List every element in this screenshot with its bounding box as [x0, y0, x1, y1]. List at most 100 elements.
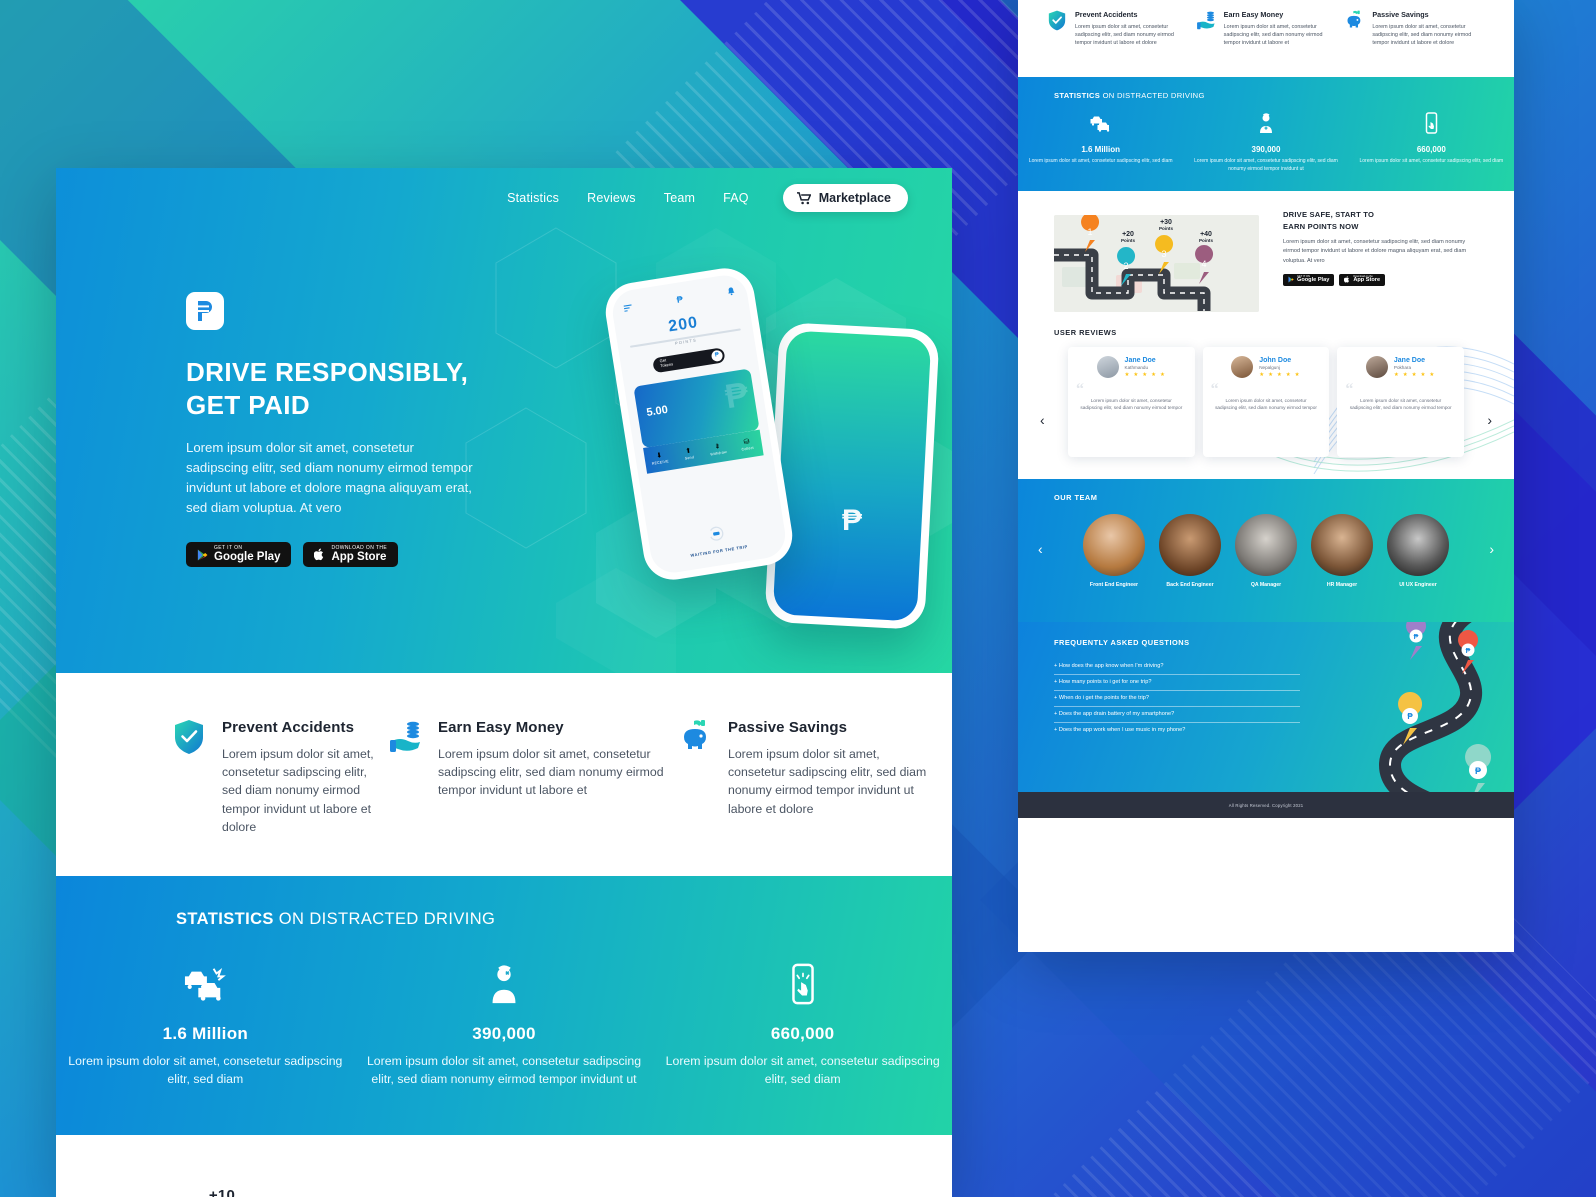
right-statistics-section: STATISTICS ON DISTRACTED DRIVING 1.6 Mil… — [1018, 77, 1514, 192]
team-member[interactable]: Front End Engineer — [1083, 514, 1145, 588]
phone-trip-status: WAITING FOR THE TRIP — [648, 515, 787, 564]
app-store-label: App Store — [331, 551, 387, 564]
hand-coins-icon — [1196, 10, 1217, 47]
team-member-role: QA Manager — [1250, 582, 1282, 589]
team-member-role: HR Manager — [1326, 582, 1358, 589]
right-statistic-text: Lorem ipsum dolor sit amet, consetetur s… — [1028, 158, 1173, 165]
apple-icon — [1344, 276, 1350, 283]
svg-text:3: 3 — [1161, 249, 1166, 259]
right-app-store-button[interactable]: Download on the App Store — [1339, 273, 1386, 286]
phone-action-collect-label: Collect — [741, 445, 755, 452]
review-city: Kathmandu — [1124, 364, 1149, 370]
phone-action-collect[interactable]: ⛁ Collect — [730, 429, 763, 459]
statistics-title-rest: ON DISTRACTED DRIVING — [273, 909, 496, 928]
team-next-arrow[interactable]: › — [1489, 541, 1494, 557]
team-member[interactable]: UI UX Engineer — [1387, 514, 1449, 588]
review-text: Lorem ipsum dolor sit amet, consetetur s… — [1080, 397, 1183, 411]
road-label-text: Points — [1120, 238, 1136, 244]
faq-item[interactable]: + When do i get the points for the trip? — [1054, 691, 1300, 708]
brand-logo — [186, 292, 224, 330]
right-statistic-accidents: 1.6 Million Lorem ipsum dolor sit amet, … — [1018, 112, 1183, 173]
avatar — [1159, 514, 1221, 577]
faq-list: + How does the app know when I'm driving… — [1018, 659, 1300, 738]
right-statistic-text: Lorem ipsum dolor sit amet, consetetur s… — [1194, 158, 1338, 172]
road-label-value: +40 — [1200, 231, 1212, 239]
nav-link-statistics[interactable]: Statistics — [507, 191, 559, 205]
phone-action-send[interactable]: ⬆ Send — [672, 438, 705, 468]
piggy-bank-icon — [680, 719, 714, 836]
faq-item[interactable]: + How does the app know when I'm driving… — [1054, 659, 1300, 676]
statistics-title: STATISTICS ON DISTRACTED DRIVING — [56, 910, 952, 929]
google-play-icon — [197, 549, 208, 561]
feature-card-earn-easy-money: Earn Easy Money Lorem ipsum dolor sit am… — [376, 719, 666, 836]
right-features-section: Prevent Accidents Lorem ipsum dolor sit … — [1018, 0, 1514, 78]
nav-link-reviews[interactable]: Reviews — [587, 191, 636, 205]
svg-text:2: 2 — [1123, 261, 1128, 271]
review-city: Pokhara — [1393, 364, 1412, 370]
hero-store-badges: GET IT ON Google Play Download on the Ap… — [186, 542, 526, 568]
footer: All Rights Reserved. Copyright 2021 — [1018, 792, 1514, 819]
road-label-text: Points — [1158, 226, 1174, 232]
right-google-play-button[interactable]: GET IT ON Google Play — [1283, 273, 1335, 286]
app-store-button[interactable]: Download on the App Store — [303, 542, 399, 568]
review-rating: ★ ★ ★ ★ ★ — [1393, 371, 1436, 378]
team-member[interactable]: HR Manager — [1311, 514, 1373, 588]
road-label-text: Points — [1198, 238, 1214, 244]
review-card[interactable]: John Doe Nepalgunj ★ ★ ★ ★ ★ “ Lorem ips… — [1202, 347, 1330, 458]
review-card[interactable]: Jane Doe Pokhara ★ ★ ★ ★ ★ “ Lorem ipsum… — [1337, 347, 1465, 458]
right-drive-safe-copy: DRIVE SAFE, START TO EARN POINTS NOW Lor… — [1283, 209, 1483, 286]
car-loading-icon — [709, 526, 724, 541]
drive-safe-section: +10 Points 1 +30 Points DRIVE SAFE, STAR… — [56, 1134, 952, 1197]
landing-page-preview-main: Statistics Reviews Team FAQ Marketplace — [56, 168, 952, 1197]
marketplace-label: Marketplace — [818, 191, 891, 205]
nav-link-faq[interactable]: FAQ — [723, 191, 749, 205]
feature-title: Earn Easy Money — [438, 719, 564, 736]
faq-item[interactable]: + How many points to i get for one trip? — [1054, 675, 1300, 692]
reviews-carousel: Jane Doe Kathmandu ★ ★ ★ ★ ★ “ Lorem ips… — [1018, 347, 1514, 458]
statistics-title-bold: STATISTICS — [176, 909, 274, 928]
get-tokens-pill[interactable]: Get Tokens ₱ — [652, 346, 726, 373]
landing-page-preview-full: Prevent Accidents Lorem ipsum dolor sit … — [1018, 0, 1514, 952]
token-icon: ₱ — [710, 349, 724, 362]
team-prev-arrow[interactable]: ‹ — [1038, 541, 1043, 557]
hero-title: DRIVE RESPONSIBLY, GET PAID — [186, 357, 469, 421]
right-feature-title: Prevent Accidents — [1075, 10, 1138, 19]
quote-icon: “ — [1076, 381, 1084, 399]
car-crash-icon — [185, 967, 227, 1001]
svg-text:₱: ₱ — [1414, 634, 1419, 641]
review-rating: ★ ★ ★ ★ ★ — [1124, 371, 1167, 378]
hero-copy: DRIVE RESPONSIBLY, GET PAID Lorem ipsum … — [56, 214, 526, 568]
right-statistic-value: 1.6 Million — [1081, 145, 1120, 155]
right-statistics-title: STATISTICS ON DISTRACTED DRIVING — [1018, 91, 1514, 100]
hand-coins-icon — [390, 719, 424, 836]
avatar — [1231, 356, 1254, 379]
road-label-value: +30 — [1160, 219, 1172, 227]
review-text: Lorem ipsum dolor sit amet, consetetur s… — [1349, 397, 1452, 411]
injured-person-icon — [492, 965, 516, 1004]
right-feature-text: Lorem ipsum dolor sit amet, consetetur s… — [1372, 24, 1472, 47]
team-member[interactable]: Back End Engineer — [1159, 514, 1221, 588]
footer-copyright: All Rights Reserved. Copyright 2021 — [1228, 802, 1304, 808]
avatar — [1096, 356, 1119, 379]
phone-action-withdraw[interactable]: ⇟ Withdraw — [701, 434, 734, 464]
right-statistics-row: 1.6 Million Lorem ipsum dolor sit amet, … — [1018, 112, 1514, 173]
google-play-button[interactable]: GET IT ON Google Play — [186, 542, 292, 568]
team-member-role: UI UX Engineer — [1399, 582, 1437, 589]
shield-check-icon — [174, 719, 208, 836]
phone-action-receive[interactable]: ⬇ RECEIVE — [643, 443, 676, 473]
right-feature-earn-easy-money: Earn Easy Money Lorem ipsum dolor sit am… — [1196, 10, 1336, 47]
car-crash-icon — [1090, 116, 1109, 133]
team-member[interactable]: QA Manager — [1235, 514, 1297, 588]
statistic-value: 390,000 — [472, 1023, 536, 1043]
nav-link-team[interactable]: Team — [664, 191, 695, 205]
phone-logo: ₱ — [676, 294, 684, 305]
statistic-text: Lorem ipsum dolor sit amet, consetetur s… — [68, 1053, 343, 1086]
faq-item[interactable]: + Does the app work when I use music in … — [1054, 723, 1300, 738]
faq-item[interactable]: + Does the app drain battery of my smart… — [1054, 707, 1300, 724]
google-play-icon — [1288, 276, 1294, 283]
review-card[interactable]: Jane Doe Kathmandu ★ ★ ★ ★ ★ “ Lorem ips… — [1068, 347, 1195, 458]
get-tokens-label: Get Tokens — [659, 357, 674, 369]
phone-trip-status-label: WAITING FOR THE TRIP — [690, 543, 749, 558]
marketplace-button[interactable]: Marketplace — [782, 184, 908, 212]
google-play-label: Google Play — [214, 551, 281, 564]
